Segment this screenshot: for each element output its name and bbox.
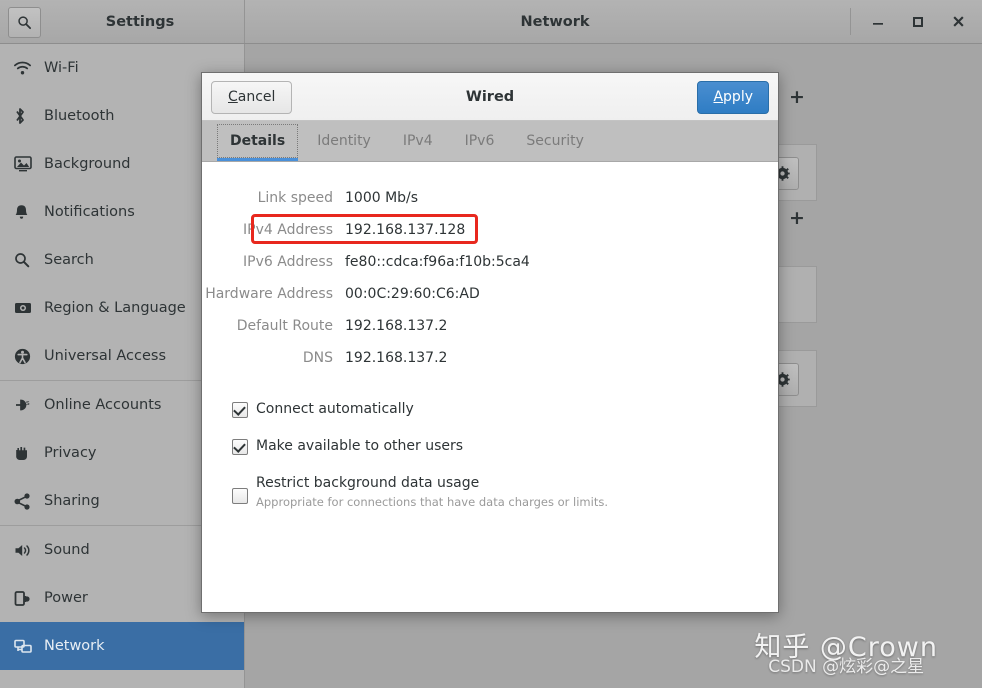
restrict-background-checkbox[interactable] — [232, 488, 248, 504]
sidebar-item-label: Notifications — [44, 204, 135, 220]
bell-icon — [14, 204, 44, 221]
tab-identity[interactable]: Identity — [301, 121, 387, 161]
sidebar-item-label: Network — [44, 638, 105, 654]
sidebar-item-label: Sharing — [44, 493, 100, 509]
sharing-icon — [14, 492, 44, 510]
add-wired-button[interactable]: + — [789, 86, 805, 108]
make-available-checkbox[interactable] — [232, 439, 248, 455]
minimize-button[interactable] — [850, 0, 898, 43]
add-vpn-button[interactable]: + — [789, 207, 805, 229]
window-titlebar: Settings Network — [0, 0, 982, 44]
search-icon — [18, 16, 32, 30]
connection-options: Connect automatically Make available to … — [232, 400, 742, 528]
search-icon — [14, 252, 44, 268]
sidebar-item-label: Region & Language — [44, 300, 186, 316]
detail-row-ipv6-address: IPv6 Address fe80::cdca:f96a:f10b:5ca4 — [202, 246, 778, 278]
detail-row-ipv4-address: IPv4 Address 192.168.137.128 — [202, 214, 778, 246]
sidebar-item-label: Background — [44, 156, 131, 172]
detail-value: 192.168.137.2 — [345, 318, 448, 334]
screen-root: Settings Network Wi-Fi Bluetooth Backgro… — [0, 0, 982, 688]
detail-label: IPv6 Address — [243, 254, 333, 270]
apply-button[interactable]: Apply — [697, 81, 769, 114]
dialog-body: Link speed 1000 Mb/s IPv4 Address 192.16… — [202, 162, 778, 612]
page-title: Network — [520, 13, 590, 30]
maximize-icon — [913, 16, 923, 27]
sidebar-item-label: Online Accounts — [44, 397, 162, 413]
maximize-button[interactable] — [898, 0, 938, 43]
option-make-available-other-users[interactable]: Make available to other users — [232, 437, 742, 456]
window-controls — [850, 0, 978, 43]
tab-security[interactable]: Security — [510, 121, 600, 161]
sidebar-item-label: Bluetooth — [44, 108, 115, 124]
titlebar-divider — [850, 8, 851, 35]
detail-row-dns: DNS 192.168.137.2 — [202, 342, 778, 374]
network-icon — [14, 639, 44, 654]
detail-label: Hardware Address — [205, 286, 333, 302]
minimize-icon — [873, 22, 883, 25]
option-label: Connect automatically — [256, 401, 414, 417]
sound-icon — [14, 543, 44, 558]
connect-automatically-checkbox[interactable] — [232, 402, 248, 418]
detail-label: Link speed — [257, 190, 333, 206]
apply-mnemonic: A — [713, 89, 724, 105]
online-accounts-icon: s — [14, 397, 44, 413]
dialog-tabs[interactable]: Details Identity IPv4 IPv6 Security — [202, 121, 778, 162]
detail-value: fe80::cdca:f96a:f10b:5ca4 — [345, 254, 530, 270]
detail-row-default-route: Default Route 192.168.137.2 — [202, 310, 778, 342]
close-icon — [952, 16, 964, 27]
tab-ipv6[interactable]: IPv6 — [449, 121, 511, 161]
dialog-header: Wired Cancel Apply — [202, 73, 778, 121]
sidebar-item-label: Sound — [44, 542, 90, 558]
svg-text:s: s — [26, 399, 30, 407]
detail-label: DNS — [302, 350, 333, 366]
cancel-rest: ancel — [237, 89, 276, 105]
cancel-mnemonic: C — [228, 89, 238, 105]
universal-access-icon — [14, 348, 44, 365]
sidebar-item-label: Power — [44, 590, 88, 606]
sidebar-item-label: Privacy — [44, 445, 97, 461]
background-icon — [14, 156, 44, 172]
wired-connection-dialog: Wired Cancel Apply Details Identity IPv4… — [201, 72, 779, 613]
cancel-button[interactable]: Cancel — [211, 81, 293, 114]
app-title: Settings — [105, 13, 175, 30]
option-restrict-background-data[interactable]: Restrict background data usage Appropria… — [232, 474, 742, 510]
detail-value: 1000 Mb/s — [345, 190, 419, 206]
connection-details-list: Link speed 1000 Mb/s IPv4 Address 192.16… — [202, 182, 778, 374]
power-icon — [14, 590, 44, 607]
detail-label: IPv4 Address — [243, 222, 333, 238]
sidebar-item-label: Wi-Fi — [44, 60, 79, 76]
tab-ipv4[interactable]: IPv4 — [387, 121, 449, 161]
privacy-hand-icon — [14, 445, 44, 461]
detail-row-hardware-address: Hardware Address 00:0C:29:60:C6:AD — [202, 278, 778, 310]
region-language-icon — [14, 301, 44, 315]
sidebar-item-network[interactable]: Network — [0, 622, 244, 670]
sidebar-item-label: Search — [44, 252, 94, 268]
sidebar-item-label: Universal Access — [44, 348, 167, 364]
bluetooth-icon — [14, 107, 44, 125]
option-label: Make available to other users — [256, 438, 464, 454]
detail-value: 192.168.137.2 — [345, 350, 448, 366]
search-button[interactable] — [8, 7, 41, 38]
option-connect-automatically[interactable]: Connect automatically — [232, 400, 742, 419]
option-description: Appropriate for connections that have da… — [256, 495, 608, 509]
detail-row-link-speed: Link speed 1000 Mb/s — [202, 182, 778, 214]
detail-value: 192.168.137.128 — [345, 222, 466, 238]
option-label: Restrict background data usage — [256, 475, 480, 491]
apply-rest: pply — [723, 89, 753, 105]
detail-label: Default Route — [236, 318, 333, 334]
wifi-icon — [14, 61, 44, 76]
detail-value: 00:0C:29:60:C6:AD — [345, 286, 480, 302]
titlebar-left-section: Settings — [0, 0, 245, 43]
tab-details[interactable]: Details — [214, 121, 301, 161]
close-button[interactable] — [938, 0, 978, 43]
